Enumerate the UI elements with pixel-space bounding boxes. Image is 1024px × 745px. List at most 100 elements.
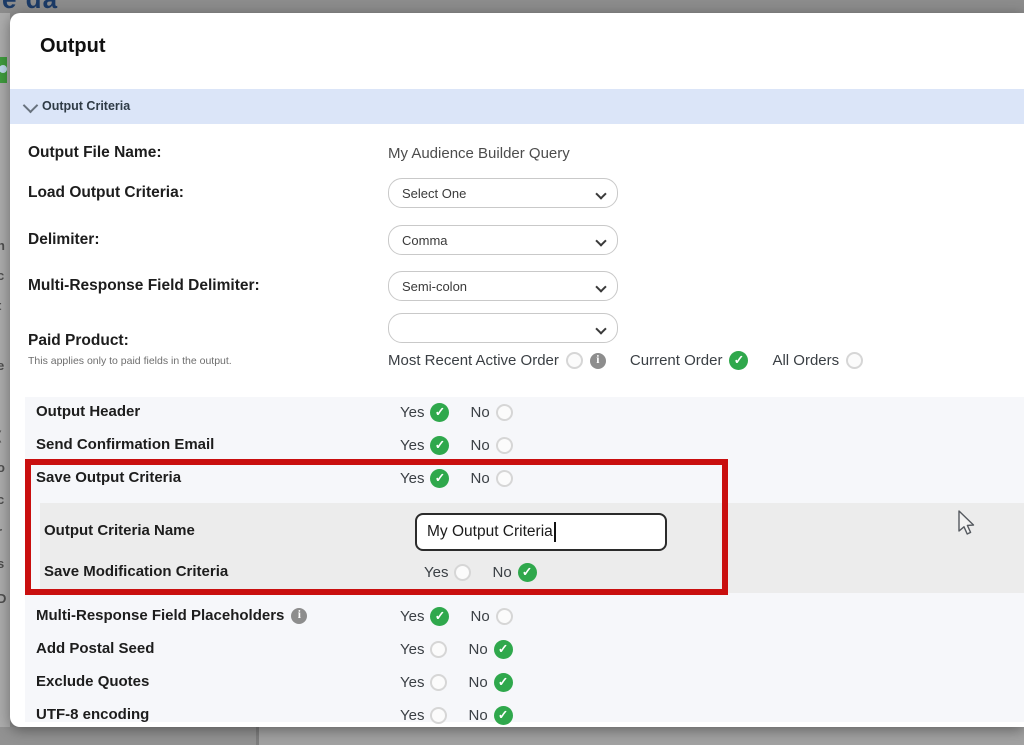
paid-product-options: Most Recent Active Order Current Order A…	[388, 351, 863, 370]
current-order-radio-checked-icon[interactable]	[729, 351, 748, 370]
most-recent-active-order-label: Most Recent Active Order	[388, 352, 559, 369]
yes-label: Yes	[424, 564, 448, 581]
yes-no-group: Yes No	[424, 563, 537, 582]
no-radio-icon[interactable]	[496, 608, 513, 625]
background-text-fragment: I	[0, 623, 1, 638]
background-divider	[256, 727, 259, 745]
background-text-fragment: (	[0, 428, 1, 443]
output-header-label: Output Header	[36, 403, 140, 420]
background-logo-fragment: e da	[2, 0, 58, 13]
load-output-criteria-label: Load Output Criteria:	[28, 184, 184, 202]
select-value: Comma	[402, 233, 448, 248]
info-icon[interactable]	[291, 608, 307, 624]
no-label: No	[468, 707, 487, 724]
toggle-row-exclude-quotes: Exclude Quotes Yes No	[10, 673, 1024, 695]
background-text-fragment: s	[0, 556, 4, 571]
select-value: Select One	[402, 186, 466, 201]
exclude-quotes-label: Exclude Quotes	[36, 673, 149, 690]
background-text-fragment: o	[0, 460, 5, 475]
yes-label: Yes	[400, 470, 424, 487]
yes-label: Yes	[400, 674, 424, 691]
output-criteria-name-input[interactable]: My Output Criteria	[415, 513, 667, 551]
all-orders-radio[interactable]	[846, 352, 863, 369]
page: e da n c t l e ( o c r s D I l i Output …	[0, 0, 1024, 745]
no-label: No	[468, 641, 487, 658]
output-file-name-value: My Audience Builder Query	[388, 145, 570, 162]
most-recent-active-order-radio[interactable]	[566, 352, 583, 369]
yes-radio-icon[interactable]	[454, 564, 471, 581]
toggle-row-output-header: Output Header Yes No	[10, 403, 1024, 425]
no-radio-checked-icon[interactable]	[494, 706, 513, 725]
add-postal-seed-label: Add Postal Seed	[36, 640, 154, 657]
chevron-down-icon	[595, 235, 606, 246]
toggle-row-save-output-criteria: Save Output Criteria Yes No	[10, 469, 1024, 491]
yes-radio-checked-icon[interactable]	[430, 436, 449, 455]
yes-radio-icon[interactable]	[430, 707, 447, 724]
yes-no-group: Yes No	[400, 436, 513, 455]
chevron-down-icon	[595, 188, 606, 199]
paid-product-select[interactable]	[388, 313, 618, 343]
no-label: No	[492, 564, 511, 581]
no-radio-icon[interactable]	[496, 470, 513, 487]
delimiter-label: Delimiter:	[28, 231, 100, 249]
output-file-name-label: Output File Name:	[28, 144, 161, 162]
multi-response-field-delimiter-label: Multi-Response Field Delimiter:	[28, 277, 260, 295]
background-text-fragment: i	[0, 681, 1, 696]
no-radio-icon[interactable]	[496, 404, 513, 421]
yes-no-group: Yes No	[400, 607, 513, 626]
delimiter-select[interactable]: Comma	[388, 225, 618, 255]
background-text-fragment: t	[0, 298, 1, 313]
paid-product-sublabel: This applies only to paid fields in the …	[28, 355, 232, 367]
yes-no-group: Yes No	[400, 706, 513, 725]
send-confirmation-email-label: Send Confirmation Email	[36, 436, 214, 453]
save-output-criteria-label: Save Output Criteria	[36, 469, 181, 486]
select-value: Semi-colon	[402, 279, 467, 294]
multi-response-field-delimiter-select[interactable]: Semi-colon	[388, 271, 618, 301]
yes-label: Yes	[400, 608, 424, 625]
section-header-label: Output Criteria	[42, 99, 130, 113]
background-top-strip: e da	[0, 0, 1024, 13]
paid-product-label: Paid Product:	[28, 332, 129, 350]
background-text-fragment: c	[0, 268, 4, 283]
output-modal: Output Output Criteria Output File Name:…	[10, 13, 1024, 727]
toggle-row-send-confirmation-email: Send Confirmation Email Yes No	[10, 436, 1024, 458]
yes-label: Yes	[400, 641, 424, 658]
no-radio-checked-icon[interactable]	[518, 563, 537, 582]
yes-radio-checked-icon[interactable]	[430, 469, 449, 488]
yes-radio-checked-icon[interactable]	[430, 607, 449, 626]
yes-no-group: Yes No	[400, 403, 513, 422]
yes-radio-checked-icon[interactable]	[430, 403, 449, 422]
current-order-label: Current Order	[630, 352, 723, 369]
background-bottom-left	[0, 727, 256, 745]
all-orders-label: All Orders	[772, 352, 839, 369]
background-text-fragment: c	[0, 492, 4, 507]
background-text-fragment: r	[0, 524, 2, 539]
output-criteria-section-header[interactable]: Output Criteria	[10, 89, 1024, 124]
modal-title: Output	[40, 35, 106, 58]
yes-radio-icon[interactable]	[430, 674, 447, 691]
yes-no-group: Yes No	[400, 469, 513, 488]
background-text-fragment: l	[0, 328, 1, 343]
load-output-criteria-select[interactable]: Select One	[388, 178, 618, 208]
yes-no-group: Yes No	[400, 640, 513, 659]
chevron-down-icon	[595, 281, 606, 292]
toggle-row-utf8-encoding: UTF-8 encoding Yes No	[10, 706, 1024, 727]
background-text-fragment: l	[0, 651, 1, 666]
no-radio-checked-icon[interactable]	[494, 640, 513, 659]
chevron-down-icon	[595, 323, 606, 334]
no-radio-icon[interactable]	[496, 437, 513, 454]
background-bottom-strip	[0, 727, 1024, 745]
no-radio-checked-icon[interactable]	[494, 673, 513, 692]
background-left-strip: n c t l e ( o c r s D I l i	[0, 13, 10, 727]
background-text-fragment: n	[0, 238, 5, 253]
background-text-fragment: e	[0, 358, 4, 373]
toggle-row-save-modification-criteria: Save Modification Criteria Yes No	[10, 563, 1024, 585]
chevron-down-icon[interactable]	[23, 98, 39, 114]
input-value: My Output Criteria	[427, 523, 553, 541]
toggle-row-multi-response-placeholders: Multi-Response Field Placeholders Yes No	[10, 607, 1024, 629]
yes-radio-icon[interactable]	[430, 641, 447, 658]
info-icon[interactable]	[590, 353, 606, 369]
mouse-cursor	[956, 510, 976, 543]
background-logo-square	[0, 57, 7, 83]
yes-no-group: Yes No	[400, 673, 513, 692]
